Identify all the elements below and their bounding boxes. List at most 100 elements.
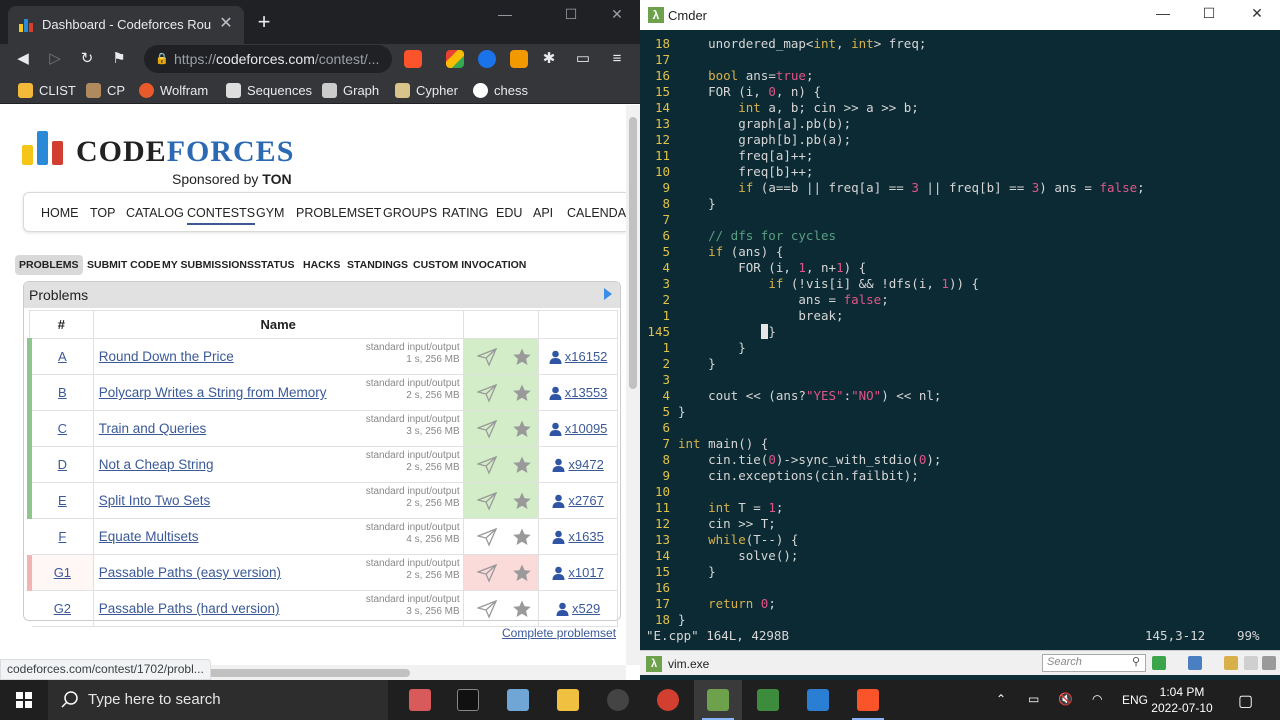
address-bar[interactable]: 🔒 https://codeforces.com/contest/... <box>144 45 392 73</box>
bookmark-sequences[interactable]: Sequences <box>226 81 312 99</box>
submit-plane-icon[interactable] <box>476 419 497 439</box>
submit-plane-icon[interactable] <box>476 527 497 547</box>
subnav-status[interactable]: STATUS <box>250 255 298 275</box>
reload-icon[interactable]: ↻ <box>76 48 98 70</box>
taskbar-app-cmder[interactable] <box>694 680 742 720</box>
subnav-my-submissions[interactable]: MY SUBMISSIONS <box>158 255 258 275</box>
tab-close-icon[interactable]: ✕ <box>216 14 236 34</box>
problem-name-link[interactable]: Passable Paths (hard version) <box>99 601 280 616</box>
lock-icon[interactable] <box>1224 656 1238 670</box>
taskbar-app-vim[interactable] <box>744 680 792 720</box>
minimize-icon[interactable]: — <box>490 6 520 26</box>
minimize-icon[interactable]: — <box>1148 5 1178 25</box>
solved-count-link[interactable]: x529 <box>572 601 600 616</box>
bookmark-icon[interactable]: ⚑ <box>108 48 130 70</box>
taskbar-app-snip[interactable] <box>396 680 444 720</box>
nav-gym[interactable]: GYM <box>256 206 284 220</box>
close-window-icon[interactable]: ✕ <box>1242 5 1272 25</box>
battery-icon[interactable]: ▭ <box>1028 692 1039 720</box>
taskbar-app-p[interactable] <box>644 680 692 720</box>
maximize-icon[interactable]: ☐ <box>1194 5 1224 25</box>
favorite-star-icon[interactable] <box>512 347 532 367</box>
favorite-star-icon[interactable] <box>512 455 532 475</box>
start-button[interactable] <box>0 680 48 720</box>
browser-tab[interactable]: Dashboard - Codeforces Round # ✕ <box>8 6 244 44</box>
bookmark-graph[interactable]: Graph <box>322 81 379 99</box>
scroll-thumb[interactable] <box>629 117 637 389</box>
nav-top[interactable]: TOP <box>90 206 115 220</box>
subnav-hacks[interactable]: HACKS <box>299 255 344 275</box>
new-console-icon[interactable] <box>1152 656 1166 670</box>
solved-count-link[interactable]: x9472 <box>568 457 603 472</box>
bookmark-wolfram[interactable]: Wolfram <box>139 81 208 99</box>
solved-count-link[interactable]: x13553 <box>565 385 608 400</box>
taskbar-app-obs[interactable] <box>594 680 642 720</box>
nav-home[interactable]: HOME <box>41 206 79 220</box>
extension-icon[interactable] <box>510 50 528 68</box>
favorite-star-icon[interactable] <box>512 383 532 403</box>
arrow-right-icon[interactable] <box>604 288 612 300</box>
nav-catalog[interactable]: CATALOG <box>126 206 184 220</box>
submit-plane-icon[interactable] <box>476 491 497 511</box>
taskbar-clock[interactable]: 1:04 PM 2022-07-10 <box>1150 684 1214 716</box>
favorite-star-icon[interactable] <box>512 563 532 583</box>
cmder-tab-vim[interactable]: λ vim.exe <box>646 654 709 673</box>
taskbar-app-notes[interactable] <box>494 680 542 720</box>
problem-name-link[interactable]: Round Down the Price <box>99 349 234 364</box>
problem-index-link[interactable]: B <box>58 385 67 400</box>
new-tab-button[interactable]: + <box>252 10 276 34</box>
notifications-icon[interactable]: ▢ <box>1238 691 1253 720</box>
problem-index-link[interactable]: G2 <box>54 601 71 616</box>
cmder-search-input[interactable]: Search <box>1042 654 1146 672</box>
subnav-problems[interactable]: PROBLEMS <box>15 255 83 275</box>
problem-name-link[interactable]: Equate Multisets <box>99 529 199 544</box>
solved-count-link[interactable]: x10095 <box>565 421 608 436</box>
taskbar-search-box[interactable]: Type here to search <box>48 680 388 720</box>
taskbar-app-vscode[interactable] <box>794 680 842 720</box>
problem-index-link[interactable]: F <box>58 529 66 544</box>
brave-shield-icon[interactable] <box>404 50 422 68</box>
problem-name-link[interactable]: Passable Paths (easy version) <box>99 565 281 580</box>
panel-icon[interactable] <box>1244 656 1258 670</box>
bookmark-chess[interactable]: chess <box>473 81 528 99</box>
subnav-submit-code[interactable]: SUBMIT CODE <box>83 255 165 275</box>
nav-api[interactable]: API <box>533 206 553 220</box>
favorite-star-icon[interactable] <box>512 491 532 511</box>
submit-plane-icon[interactable] <box>476 347 497 367</box>
solved-count-link[interactable]: x2767 <box>568 493 603 508</box>
menu-icon[interactable]: ≡ <box>606 48 628 70</box>
language-indicator[interactable]: ENG <box>1122 693 1148 720</box>
problem-name-link[interactable]: Split Into Two Sets <box>99 493 211 508</box>
problem-index-link[interactable]: G1 <box>54 565 71 580</box>
nav-rating[interactable]: RATING <box>442 206 488 220</box>
nav-groups[interactable]: GROUPS <box>383 206 437 220</box>
problem-index-link[interactable]: A <box>58 349 67 364</box>
maximize-icon[interactable]: ☐ <box>556 6 586 26</box>
taskbar-app-brave[interactable] <box>844 680 892 720</box>
vertical-scrollbar[interactable] <box>626 105 640 665</box>
submit-plane-icon[interactable] <box>476 383 497 403</box>
scroll-thumb[interactable] <box>180 669 410 677</box>
problem-index-link[interactable]: C <box>58 421 67 436</box>
cast-icon[interactable]: ▭ <box>572 48 594 70</box>
bookmark-cp[interactable]: CP <box>86 81 125 99</box>
nav-problemset[interactable]: PROBLEMSET <box>296 206 381 220</box>
bookmark-cypher[interactable]: Cypher <box>395 81 458 99</box>
favorite-star-icon[interactable] <box>512 527 532 547</box>
layout-icon[interactable] <box>1188 656 1202 670</box>
puzzle-extensions-icon[interactable]: ✱ <box>538 48 560 70</box>
tray-chevron-icon[interactable]: ⌃ <box>996 692 1006 720</box>
problem-index-link[interactable]: D <box>58 457 67 472</box>
submit-plane-icon[interactable] <box>476 563 497 583</box>
taskbar-app-explorer[interactable] <box>544 680 592 720</box>
complete-problemset-link[interactable]: Complete problemset <box>502 626 616 640</box>
extension-icon[interactable] <box>478 50 496 68</box>
submit-plane-icon[interactable] <box>476 599 497 619</box>
search-icon[interactable]: ⚲ <box>1132 655 1140 668</box>
forward-icon[interactable]: ▷ <box>44 48 66 70</box>
taskbar-app-terminal[interactable] <box>444 680 492 720</box>
wifi-icon[interactable]: ◠ <box>1092 692 1102 720</box>
nav-contests[interactable]: CONTESTS <box>187 206 256 225</box>
problem-name-link[interactable]: Polycarp Writes a String from Memory <box>99 385 327 400</box>
problem-name-link[interactable]: Not a Cheap String <box>99 457 214 472</box>
